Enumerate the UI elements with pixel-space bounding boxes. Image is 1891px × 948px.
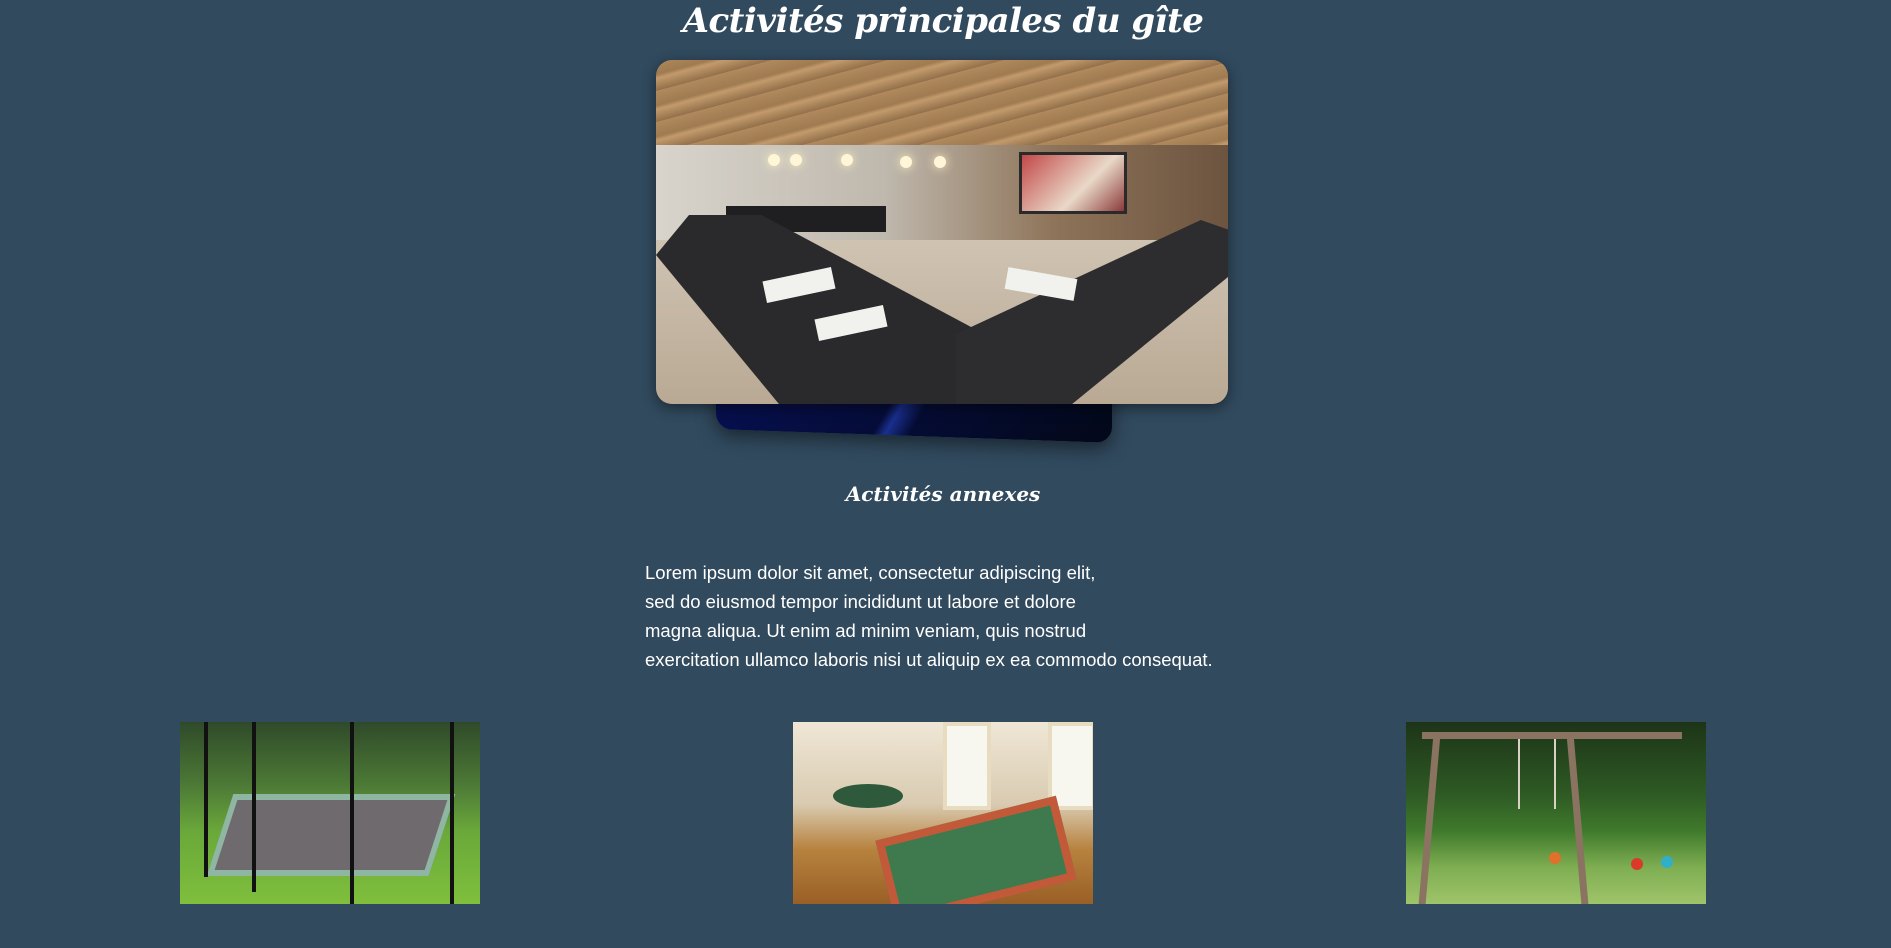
thumbnail-trampoline[interactable]: [180, 722, 480, 904]
trampoline-post: [252, 722, 256, 892]
carousel-card-front-conference-room[interactable]: [656, 60, 1228, 404]
room-light: [900, 156, 912, 168]
swing-rope: [1554, 739, 1556, 809]
card-table: [833, 784, 903, 808]
ball: [1631, 858, 1643, 870]
ball: [1661, 856, 1673, 868]
room-light: [841, 154, 853, 166]
foosball-table: [875, 795, 1077, 904]
paragraph-line: sed do eiusmod tempor incididunt ut labo…: [645, 591, 1076, 612]
trampoline-post: [204, 722, 208, 877]
image-carousel[interactable]: [656, 60, 1276, 450]
room-light: [790, 154, 802, 166]
thumbnail-game-room[interactable]: [793, 722, 1093, 904]
trampoline-mat: [206, 794, 456, 876]
trampoline-post: [350, 722, 354, 904]
swing-bar: [1422, 732, 1682, 739]
thumbnail-swing[interactable]: [1406, 722, 1706, 904]
swing-leg: [1566, 732, 1589, 904]
page: Activités principales du gîte Activités …: [0, 0, 1891, 948]
room-light: [934, 156, 946, 168]
swing-leg: [1418, 732, 1441, 904]
window: [943, 722, 991, 810]
room-screen: [1019, 152, 1127, 214]
page-title: Activités principales du gîte: [682, 1, 1204, 41]
paragraph-line: exercitation ullamco laboris nisi ut ali…: [645, 649, 1213, 670]
swing-rope: [1518, 739, 1520, 809]
body-paragraph: Lorem ipsum dolor sit amet, consectetur …: [645, 558, 1285, 674]
room-ceiling: [656, 60, 1228, 155]
trampoline-post: [450, 722, 454, 904]
section-subtitle: Activités annexes: [845, 482, 1041, 506]
ball: [1549, 852, 1561, 864]
room-light: [768, 154, 780, 166]
paragraph-line: magna aliqua. Ut enim ad minim veniam, q…: [645, 620, 1087, 641]
paragraph-line: Lorem ipsum dolor sit amet, consectetur …: [645, 562, 1096, 583]
